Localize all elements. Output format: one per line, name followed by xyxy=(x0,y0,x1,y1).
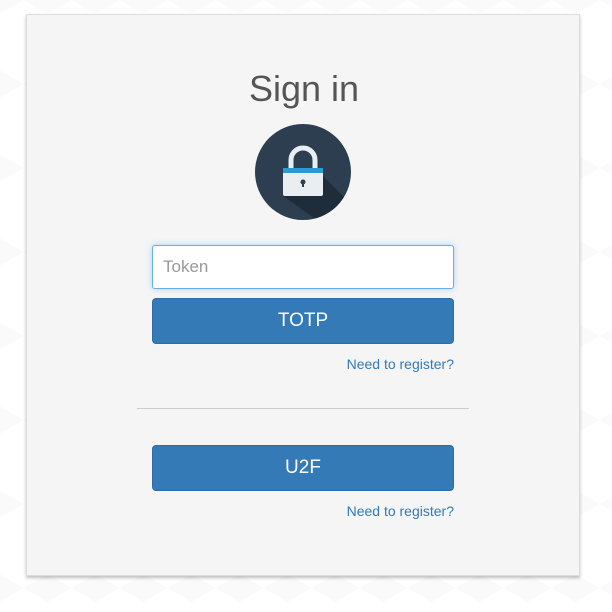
sign-in-card: Sign in TOTP Need to register? U2F Need … xyxy=(26,14,580,576)
totp-button[interactable]: TOTP xyxy=(152,298,454,344)
token-input[interactable] xyxy=(152,245,454,289)
page-title: Sign in xyxy=(248,68,360,109)
u2f-button[interactable]: U2F xyxy=(152,445,454,491)
lock-icon xyxy=(255,124,351,220)
divider xyxy=(137,408,469,409)
u2f-register-link[interactable]: Need to register? xyxy=(347,502,454,520)
totp-register-link[interactable]: Need to register? xyxy=(347,355,454,373)
